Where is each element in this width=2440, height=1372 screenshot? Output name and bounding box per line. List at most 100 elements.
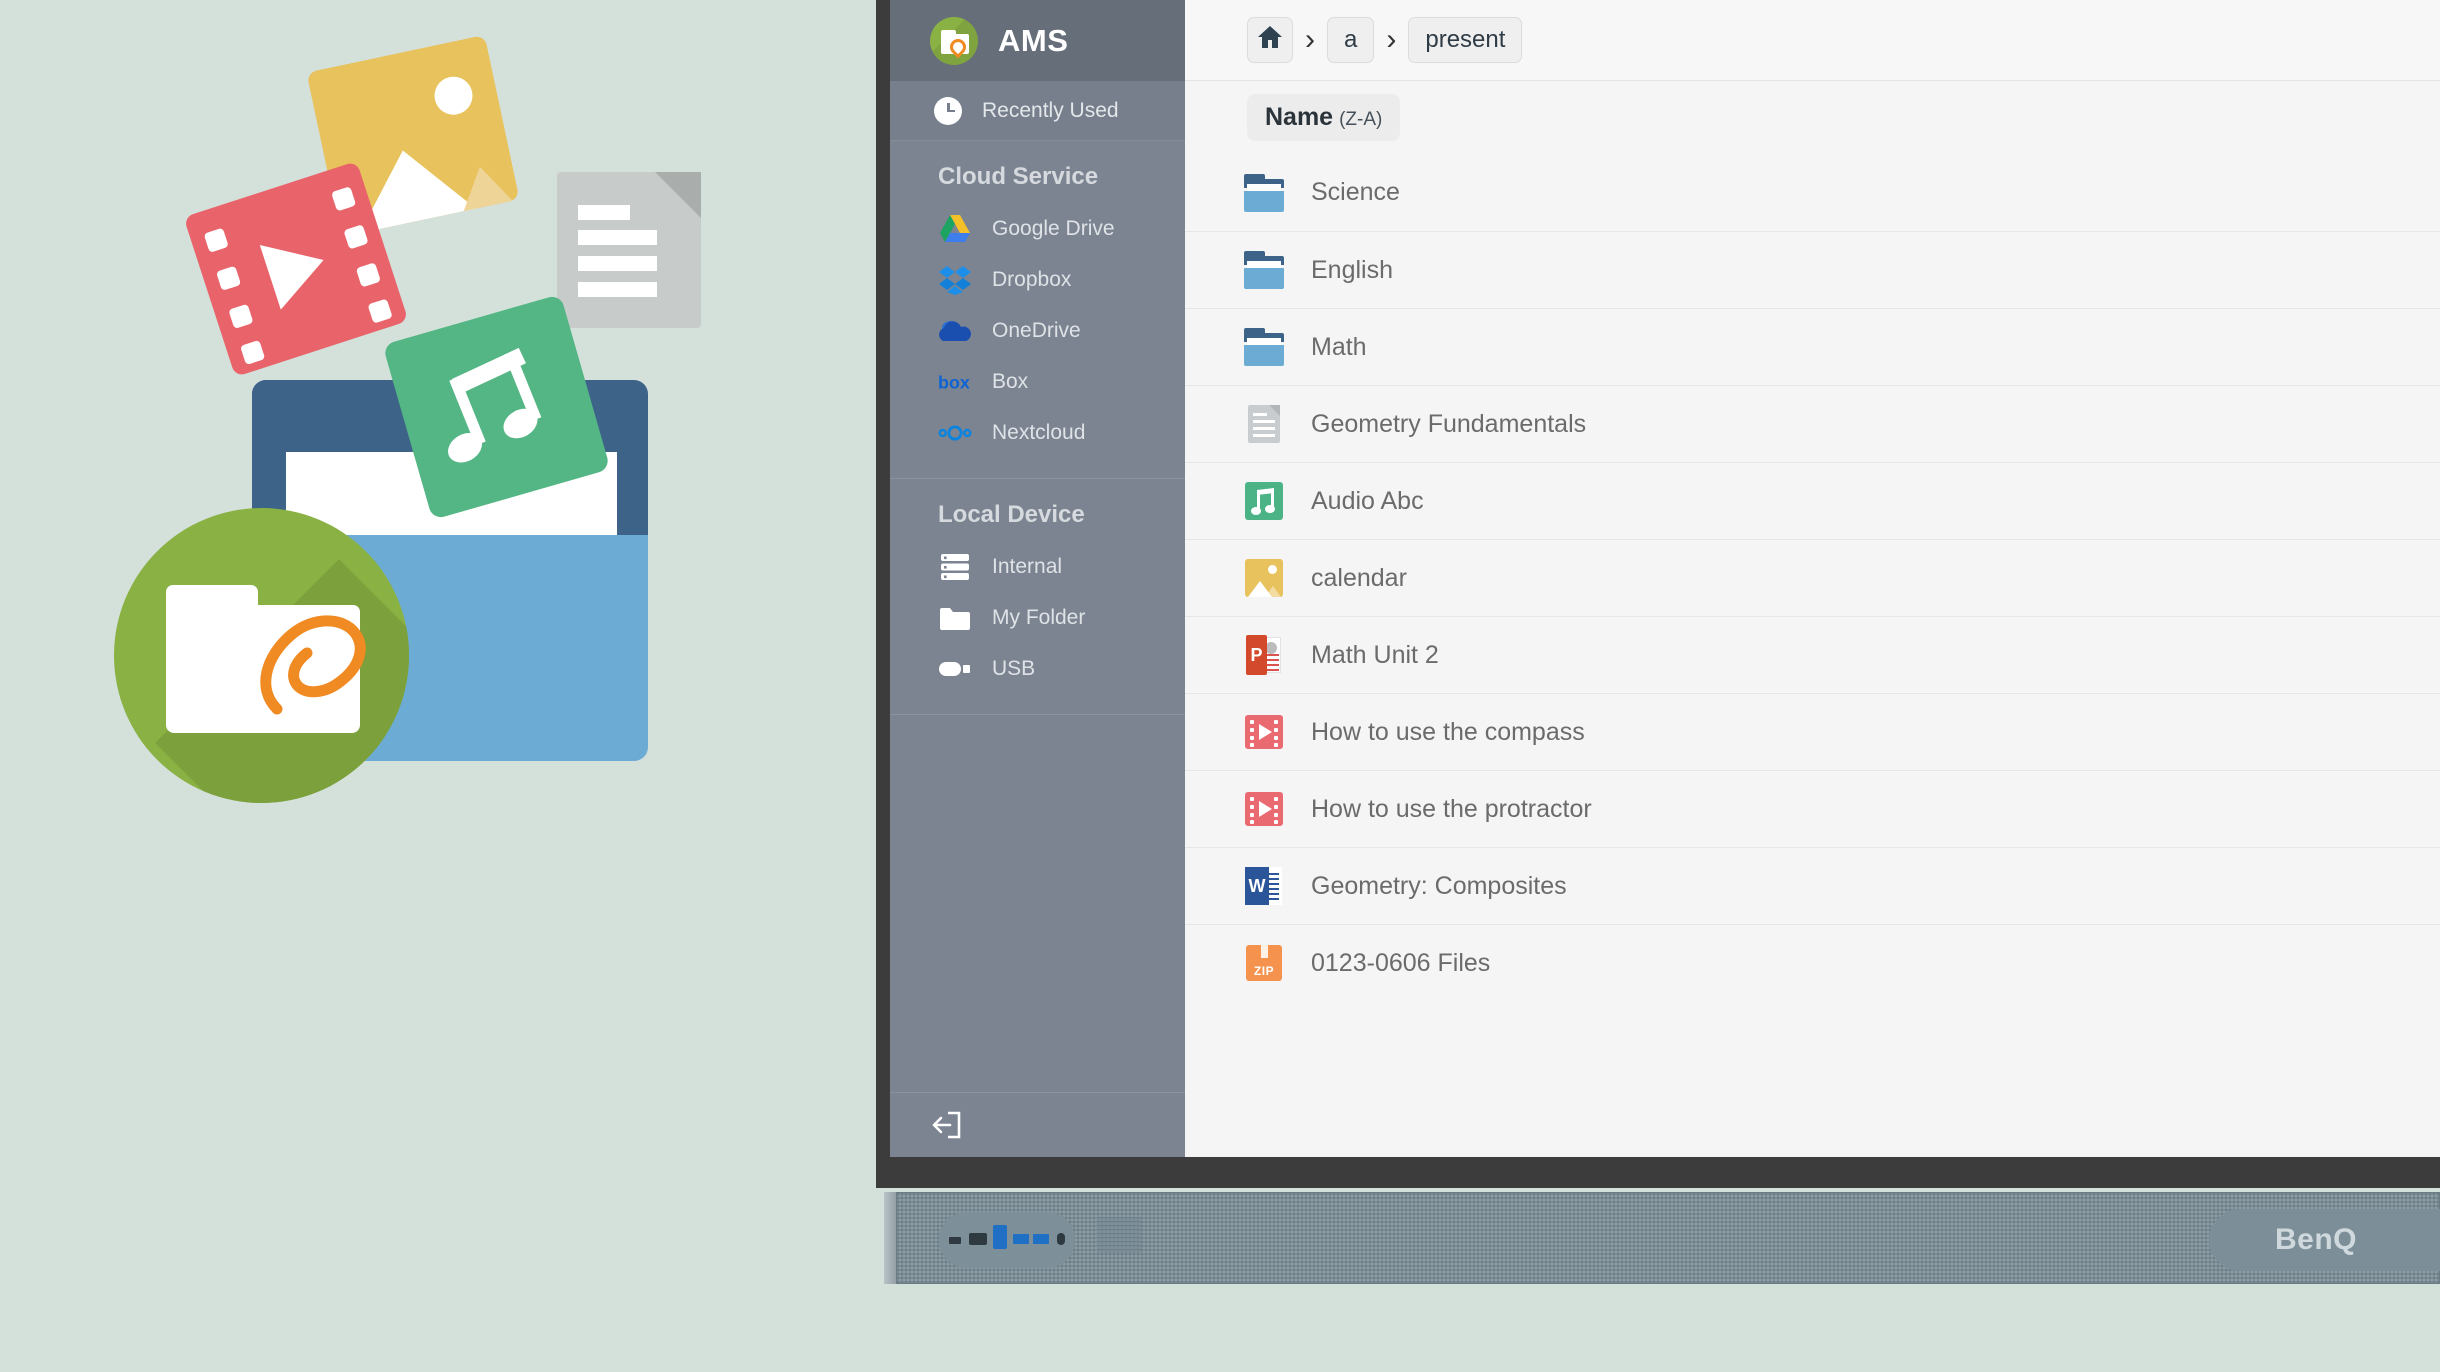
usb-port <box>1013 1234 1029 1244</box>
sidebar-item-label: My Folder <box>992 606 1085 630</box>
sort-direction-label: (Z-A) <box>1339 109 1382 131</box>
usb-icon <box>938 652 972 686</box>
svg-text:box: box <box>938 372 970 391</box>
breadcrumb-item-present[interactable]: present <box>1408 17 1522 63</box>
sidebar-item-internal[interactable]: Internal <box>890 541 1185 592</box>
folder-icon <box>1243 172 1285 214</box>
sidebar-item-label: Recently Used <box>982 99 1119 123</box>
sidebar-item-label: Dropbox <box>992 268 1071 292</box>
file-name: English <box>1311 256 1393 285</box>
sidebar-item-usb[interactable]: USB <box>890 643 1185 694</box>
page-fold <box>655 172 701 218</box>
file-name: How to use the protractor <box>1311 795 1592 824</box>
doc-line <box>578 256 657 271</box>
sidebar-item-label: USB <box>992 657 1035 681</box>
content-panel: › a › present Name (Z-A) Science <box>1185 0 2440 1157</box>
file-name: Science <box>1311 178 1400 207</box>
sun-dot <box>431 73 476 118</box>
sidebar-item-box[interactable]: box Box <box>890 356 1185 407</box>
onedrive-icon <box>938 314 972 348</box>
device-bottom-panel: BenQ <box>896 1192 2440 1284</box>
sidebar-item-dropbox[interactable]: Dropbox <box>890 254 1185 305</box>
sidebar-item-label: OneDrive <box>992 319 1081 343</box>
film-perforation <box>240 340 265 365</box>
sidebar-divider <box>890 714 1185 715</box>
ams-logo-icon <box>930 17 978 65</box>
brand-pod: BenQ <box>2209 1209 2440 1271</box>
sidebar-item-label: Box <box>992 370 1028 394</box>
sidebar-item-onedrive[interactable]: OneDrive <box>890 305 1185 356</box>
folder-icon <box>938 601 972 635</box>
zip-file-icon: ZIP <box>1243 942 1285 984</box>
image-file-icon <box>1243 557 1285 599</box>
sidebar-item-label: Nextcloud <box>992 421 1085 445</box>
sidebar-section-title: Local Device <box>890 501 1185 529</box>
home-icon <box>1257 25 1283 56</box>
type-c-port <box>949 1237 961 1244</box>
film-perforation <box>356 262 381 287</box>
sidebar-item-google-drive[interactable]: Google Drive <box>890 203 1185 254</box>
film-perforation <box>228 304 253 329</box>
hdmi-port <box>969 1233 987 1245</box>
video-file-icon <box>1243 788 1285 830</box>
table-row[interactable]: Audio Abc <box>1185 462 2440 539</box>
table-row[interactable]: English <box>1185 231 2440 308</box>
folder-icon <box>1243 249 1285 291</box>
file-name: calendar <box>1311 564 1407 593</box>
video-file-icon <box>1243 711 1285 753</box>
film-perforation <box>216 266 241 291</box>
sidebar-footer[interactable] <box>890 1092 1185 1157</box>
table-row[interactable]: How to use the compass <box>1185 693 2440 770</box>
sidebar-item-label: Google Drive <box>992 217 1115 241</box>
table-row[interactable]: calendar <box>1185 539 2440 616</box>
sidebar-section-local-device: Local Device Internal <box>890 479 1185 715</box>
table-row[interactable]: Geometry Fundamentals <box>1185 385 2440 462</box>
sidebar-item-recently-used[interactable]: Recently Used <box>890 81 1185 141</box>
usb-port <box>993 1225 1007 1249</box>
device-screen: AMS Recently Used Cloud Service <box>890 0 2440 1157</box>
table-row[interactable]: Science <box>1185 154 2440 231</box>
breadcrumb-separator: › <box>1305 25 1315 55</box>
play-icon <box>260 228 334 310</box>
file-name: How to use the compass <box>1311 718 1585 747</box>
sort-row: Name (Z-A) <box>1185 81 2440 154</box>
device-port-cluster <box>939 1212 1075 1268</box>
google-drive-icon <box>938 212 972 246</box>
breadcrumb-home-button[interactable] <box>1247 17 1293 63</box>
table-row[interactable]: W Geometry: Composites <box>1185 847 2440 924</box>
usb-port <box>1033 1234 1049 1244</box>
clock-icon <box>934 97 962 125</box>
audio-file-icon <box>1243 480 1285 522</box>
breadcrumb-item-a[interactable]: a <box>1327 17 1374 63</box>
sidebar-item-label: Internal <box>992 555 1062 579</box>
nextcloud-icon <box>938 416 972 450</box>
paperclip-icon <box>255 605 375 725</box>
breadcrumb-separator: › <box>1386 25 1396 55</box>
device-bottom-bar: BenQ <box>884 1188 2440 1288</box>
internal-storage-icon <box>938 550 972 584</box>
table-row[interactable]: Math <box>1185 308 2440 385</box>
sidebar-section-cloud-service: Cloud Service Google Drive <box>890 141 1185 479</box>
breadcrumb: › a › present <box>1185 0 2440 81</box>
file-list: Science English Math <box>1185 154 2440 1001</box>
sort-by-name-button[interactable]: Name (Z-A) <box>1247 94 1400 141</box>
app-title: AMS <box>998 23 1068 59</box>
table-row[interactable]: P Math Unit 2 <box>1185 616 2440 693</box>
table-row[interactable]: How to use the protractor <box>1185 770 2440 847</box>
logout-icon[interactable] <box>930 1108 964 1142</box>
powerpoint-file-icon: P <box>1243 634 1285 676</box>
document-file-icon <box>1243 403 1285 445</box>
audio-jack-port <box>1057 1233 1065 1245</box>
file-name: Math <box>1311 333 1367 362</box>
sidebar-item-nextcloud[interactable]: Nextcloud <box>890 407 1185 458</box>
zip-badge-label: ZIP <box>1246 964 1282 978</box>
brand-label: BenQ <box>2275 1223 2357 1257</box>
sidebar-header: AMS <box>890 0 1185 81</box>
table-row[interactable]: ZIP 0123-0606 Files <box>1185 924 2440 1001</box>
film-perforation <box>204 228 229 253</box>
folder-icon <box>1243 326 1285 368</box>
file-name: Geometry Fundamentals <box>1311 410 1586 439</box>
sidebar-item-my-folder[interactable]: My Folder <box>890 592 1185 643</box>
sidebar: AMS Recently Used Cloud Service <box>890 0 1185 1157</box>
file-name: Geometry: Composites <box>1311 872 1567 901</box>
